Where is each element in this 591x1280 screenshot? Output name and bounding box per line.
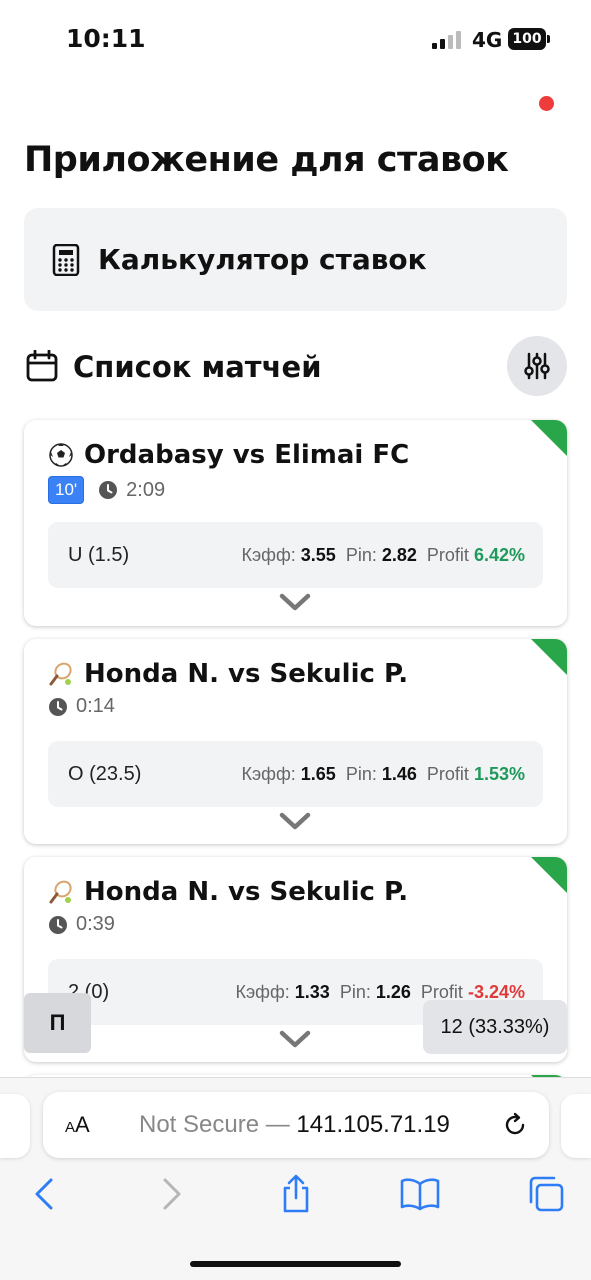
status-time: 10:11 <box>66 24 146 53</box>
pin-label: Pin: <box>345 763 377 784</box>
bet-calculator-button[interactable]: Калькулятор ставок <box>24 208 567 311</box>
clock-icon <box>99 481 118 499</box>
browser-toolbar: AA Not Secure — 141.105.71.19 <box>0 1077 591 1280</box>
filter-button[interactable] <box>507 336 567 396</box>
pin-value: 2.82 <box>381 544 417 565</box>
status-corner-marker <box>531 857 567 893</box>
match-time: 2:09 <box>126 478 166 501</box>
profit-value: -3.24% <box>467 981 525 1002</box>
status-bar: 10:11 4G 100 <box>0 0 591 80</box>
kef-label: Кэфф: <box>235 981 290 1002</box>
bet-row[interactable]: U (1.5) Кэфф: 3.55 Pin: 2.82 Profit 6.42… <box>48 522 543 588</box>
match-time: 0:39 <box>76 913 115 935</box>
chevron-down-icon[interactable] <box>279 592 311 612</box>
tennis-racket-icon <box>49 662 72 686</box>
kef-value: 1.33 <box>294 981 330 1002</box>
network-type: 4G <box>472 28 503 52</box>
bet-outcome: U (1.5) <box>68 543 130 566</box>
pin-value: 1.46 <box>381 763 417 784</box>
next-tab-preview[interactable] <box>561 1094 591 1158</box>
browser-nav-row <box>0 1174 591 1218</box>
url-host: 141.105.71.19 <box>296 1111 450 1138</box>
tabs-icon <box>529 1176 564 1212</box>
matches-section-title: Список матчей <box>73 350 322 384</box>
bet-outcome: O (23.5) <box>68 762 142 785</box>
match-card[interactable]: Honda N. vs Sekulic P. 0:14 O (23.5) Кэф… <box>24 639 567 844</box>
notification-dot <box>539 96 554 111</box>
match-title: Ordabasy vs Elimai FC <box>84 440 410 470</box>
calculator-label: Калькулятор ставок <box>98 243 427 276</box>
status-corner-marker <box>531 420 567 456</box>
status-corner-marker <box>531 639 567 675</box>
tabs-button[interactable] <box>526 1174 566 1214</box>
chevron-down-icon[interactable] <box>279 811 311 831</box>
match-title: Honda N. vs Sekulic P. <box>84 659 409 689</box>
page-title: Приложение для ставок <box>24 140 509 180</box>
forward-button[interactable] <box>152 1174 192 1214</box>
profit-label: Profit <box>420 981 463 1002</box>
url-security-label: Not Secure — <box>139 1111 297 1138</box>
reader-options-button[interactable]: AA <box>65 1112 90 1138</box>
battery-icon: 100 <box>508 28 550 50</box>
kef-value: 1.65 <box>300 763 336 784</box>
battery-level: 100 <box>508 28 546 50</box>
pin-label: Pin: <box>345 544 377 565</box>
profit-label: Profit <box>426 763 469 784</box>
cellular-signal-icon <box>432 31 462 49</box>
chevron-right-icon <box>163 1178 181 1210</box>
match-time: 0:14 <box>76 695 115 717</box>
share-button[interactable] <box>276 1174 316 1214</box>
live-minute-badge: 10' <box>48 476 85 504</box>
bet-outcome: 2 (0) <box>68 980 110 1003</box>
previous-tab-preview[interactable] <box>0 1094 30 1158</box>
back-button[interactable] <box>24 1174 64 1214</box>
profit-label: Profit <box>426 544 469 565</box>
match-title: Honda N. vs Sekulic P. <box>84 877 409 907</box>
bet-row[interactable]: O (23.5) Кэфф: 1.65 Pin: 1.46 Profit 1.5… <box>48 741 543 807</box>
floating-left-button[interactable]: П <box>24 993 91 1053</box>
calculator-icon <box>52 243 80 276</box>
profit-value: 6.42% <box>473 544 525 565</box>
kef-value: 3.55 <box>300 544 336 565</box>
matches-section-header: Список матчей <box>24 336 567 396</box>
calendar-icon <box>26 350 58 382</box>
chevron-down-icon[interactable] <box>279 1029 311 1049</box>
profit-value: 1.53% <box>473 763 525 784</box>
pin-label: Pin: <box>339 981 371 1002</box>
chevron-left-icon <box>35 1178 53 1210</box>
kef-label: Кэфф: <box>241 763 296 784</box>
kef-label: Кэфф: <box>241 544 296 565</box>
reload-icon[interactable] <box>501 1111 529 1139</box>
pin-value: 1.26 <box>375 981 411 1002</box>
book-icon <box>400 1178 440 1211</box>
address-bar[interactable]: AA Not Secure — 141.105.71.19 <box>43 1092 549 1158</box>
bookmarks-button[interactable] <box>400 1174 440 1214</box>
tennis-racket-icon <box>49 880 72 904</box>
clock-icon <box>49 915 67 934</box>
floating-stats-badge[interactable]: 12 (33.33%) <box>423 1000 567 1054</box>
url-text: Not Secure — 141.105.71.19 <box>139 1111 450 1139</box>
sliders-icon <box>524 352 550 380</box>
clock-icon <box>49 697 67 716</box>
share-icon <box>283 1174 309 1213</box>
match-card[interactable]: Ordabasy vs Elimai FC 10' 2:09 U (1.5) К… <box>24 420 567 626</box>
soccer-ball-icon <box>49 443 73 467</box>
home-indicator <box>190 1261 401 1267</box>
